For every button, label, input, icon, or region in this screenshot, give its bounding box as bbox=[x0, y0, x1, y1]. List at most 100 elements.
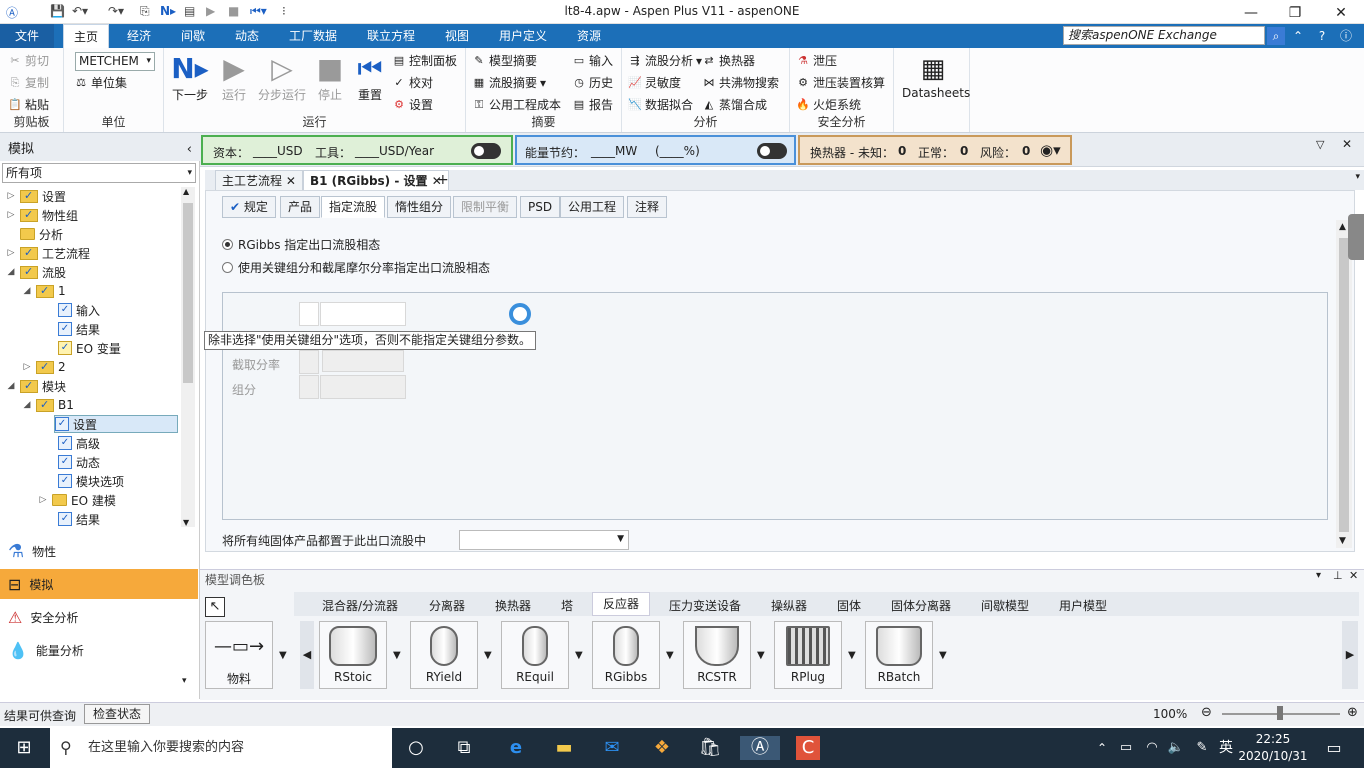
palette-rgibbs[interactable]: RGibbs bbox=[592, 621, 660, 689]
check-button[interactable]: ✓ 校对 bbox=[392, 74, 433, 91]
menu-view[interactable]: 视图 bbox=[435, 24, 479, 48]
file-explorer-icon[interactable]: ▬ bbox=[552, 736, 576, 760]
control-panel-button[interactable]: ▤ 控制面板 bbox=[392, 52, 457, 69]
palette-requil[interactable]: REquil bbox=[501, 621, 569, 689]
tree-scrollbar[interactable]: ▲ ▼ bbox=[181, 187, 195, 527]
close-icon[interactable]: ✕ bbox=[1342, 137, 1352, 151]
tree-item-flowsheet[interactable]: ▷ 工艺流程 bbox=[6, 244, 90, 262]
component-input[interactable] bbox=[320, 375, 406, 399]
cat-columns[interactable]: 塔 bbox=[561, 597, 573, 614]
restore-icon[interactable]: ❐ bbox=[1272, 2, 1318, 24]
menu-eo[interactable]: 联立方程 bbox=[357, 24, 425, 48]
stream-summary-button[interactable]: ▦ 流股摘要 ▾ bbox=[472, 74, 546, 91]
cat-solids[interactable]: 固体 bbox=[837, 597, 861, 614]
tree-item-eo-modeling[interactable]: ▷ EO 建模 bbox=[38, 491, 116, 509]
tree-item-b1-setup[interactable]: ✓ 设置 bbox=[54, 415, 178, 433]
hx-gauge-icon[interactable]: ◉▾ bbox=[1040, 141, 1061, 159]
clock[interactable]: 22:25 2020/10/31 bbox=[1238, 731, 1308, 765]
palette-ryield[interactable]: RYield bbox=[410, 621, 478, 689]
scroll-down-icon[interactable]: ▼ bbox=[1339, 536, 1346, 546]
ime-indicator[interactable]: 英 bbox=[1214, 736, 1238, 760]
collapse-icon[interactable]: ◢ bbox=[22, 286, 32, 296]
pen-icon[interactable]: ✎ bbox=[1190, 736, 1214, 760]
chevron-down-icon[interactable]: ▼ bbox=[848, 650, 856, 661]
stream-analysis-button[interactable]: ⇶ 流股分析 ▾ bbox=[628, 52, 702, 69]
tab-comments[interactable]: 注释 bbox=[627, 196, 668, 218]
azeotrope-button[interactable]: ⋈ 共沸物搜索 bbox=[702, 74, 780, 91]
distillation-synthesis-button[interactable]: ◭ 蒸馏合成 bbox=[702, 96, 767, 113]
relief-button[interactable]: ⚗ 泄压 bbox=[796, 52, 837, 69]
check-status-button[interactable]: 检查状态 bbox=[84, 704, 151, 724]
tab-inerts[interactable]: 惰性组分 bbox=[387, 196, 452, 218]
stop-button[interactable]: ■ 停止 bbox=[308, 52, 352, 103]
cat-exchangers[interactable]: 换热器 bbox=[495, 597, 531, 614]
tab-assign-streams[interactable]: 指定流股 bbox=[321, 196, 386, 218]
task-view-icon[interactable]: ⧉ bbox=[452, 736, 476, 760]
tree-item-b1-results[interactable]: ✓ 结果 bbox=[44, 510, 100, 528]
collapse-icon[interactable]: ◢ bbox=[6, 381, 16, 391]
expand-icon[interactable]: ▷ bbox=[38, 495, 48, 505]
menu-home[interactable]: 主页 bbox=[63, 24, 109, 49]
model-summary-button[interactable]: ✎ 模型摘要 bbox=[472, 52, 537, 69]
energy-toggle[interactable] bbox=[757, 143, 787, 159]
cutoff-input[interactable] bbox=[322, 350, 404, 372]
history-button[interactable]: ◷ 历史 bbox=[572, 74, 613, 91]
taskbar-search-input[interactable]: ⚲ 在这里输入你要搜索的内容 bbox=[50, 728, 392, 768]
expand-icon[interactable]: ▷ bbox=[6, 191, 16, 201]
zoom-slider-thumb[interactable] bbox=[1277, 706, 1283, 720]
edge-icon[interactable]: e bbox=[504, 736, 528, 760]
tree-item-advanced[interactable]: ✓ 高级 bbox=[44, 434, 100, 452]
close-icon[interactable]: ✕ bbox=[1349, 569, 1358, 582]
chevron-down-icon[interactable]: ▼ bbox=[393, 650, 401, 661]
volume-icon[interactable]: 🔈 bbox=[1164, 736, 1188, 760]
input-button[interactable]: ▭ 输入 bbox=[572, 52, 613, 69]
navigation-filter-select[interactable]: 所有项 ▾ bbox=[2, 163, 196, 183]
scroll-up-icon[interactable]: ▲ bbox=[1339, 222, 1346, 232]
search-icon[interactable]: ⌕ bbox=[1267, 27, 1285, 45]
info-icon[interactable]: ⓘ bbox=[1337, 27, 1355, 45]
battery-icon[interactable]: ▭ bbox=[1114, 736, 1138, 760]
tab-restricted-equilibrium[interactable]: 限制平衡 bbox=[453, 196, 518, 218]
tab-specifications[interactable]: ✔ 规定 bbox=[222, 196, 276, 218]
zoom-out-icon[interactable]: ⊖ bbox=[1201, 705, 1212, 720]
chevron-down-icon[interactable]: ▼ bbox=[575, 650, 583, 661]
paste-button[interactable]: 📋 粘贴 bbox=[8, 96, 49, 113]
exchange-search-input[interactable]: 搜索aspenONE Exchange bbox=[1063, 26, 1265, 45]
cortana-icon[interactable]: ○ bbox=[404, 736, 428, 760]
notification-icon[interactable]: ▭ bbox=[1322, 736, 1346, 760]
tree-item-input[interactable]: ✓ 输入 bbox=[44, 301, 100, 319]
tab-products[interactable]: 产品 bbox=[280, 196, 321, 218]
tab-list-icon[interactable]: ▾ bbox=[1355, 172, 1360, 182]
run-button[interactable]: ▶ 运行 bbox=[212, 52, 256, 103]
palette-rcstr[interactable]: RCSTR bbox=[683, 621, 751, 689]
menu-batch[interactable]: 间歇 bbox=[171, 24, 215, 48]
collapse-icon[interactable]: ◢ bbox=[6, 267, 16, 277]
data-fit-button[interactable]: 📉 数据拟合 bbox=[628, 96, 693, 113]
chevron-down-icon[interactable]: ▼ bbox=[666, 650, 674, 661]
heat-exchanger-button[interactable]: ⇄ 换热器 bbox=[702, 52, 755, 69]
utility-cost-button[interactable]: ⚿ 公用工程成本 bbox=[472, 96, 561, 113]
add-tab-icon[interactable]: + bbox=[431, 170, 455, 190]
side-panel-handle[interactable] bbox=[1348, 214, 1364, 260]
tree-item-property-sets[interactable]: ▷ 物性组 bbox=[6, 206, 78, 224]
menu-customize[interactable]: 用户定义 bbox=[489, 24, 557, 48]
store-icon[interactable]: 🛍 bbox=[698, 736, 722, 760]
collapse-ribbon-icon[interactable]: ⌃ bbox=[1289, 27, 1307, 45]
menu-dynamics[interactable]: 动态 bbox=[225, 24, 269, 48]
tray-expand-icon[interactable]: ⌃ bbox=[1090, 736, 1114, 760]
tree-item-analysis[interactable]: 分析 bbox=[6, 225, 63, 243]
minimize-icon[interactable]: — bbox=[1228, 2, 1274, 24]
chevron-down-icon[interactable]: ▼ bbox=[757, 650, 765, 661]
tab-b1-setup[interactable]: B1 (RGibbs) - 设置 ✕ bbox=[303, 170, 449, 190]
expand-icon[interactable]: ▷ bbox=[6, 210, 16, 220]
palette-rbatch[interactable]: RBatch bbox=[865, 621, 933, 689]
chevron-left-icon[interactable]: ‹ bbox=[187, 139, 192, 161]
palette-rplug[interactable]: RPlug bbox=[774, 621, 842, 689]
close-icon[interactable]: ✕ bbox=[1318, 2, 1364, 24]
tree-item-streams[interactable]: ◢ 流股 bbox=[6, 263, 66, 281]
solid-products-select[interactable]: ▼ bbox=[459, 530, 629, 550]
zoom-in-icon[interactable]: ⊕ bbox=[1347, 705, 1358, 720]
app-icon[interactable]: ❖ bbox=[650, 736, 674, 760]
camtasia-icon[interactable]: C bbox=[796, 736, 820, 760]
nav-simulation[interactable]: ⊟ 模拟 bbox=[0, 569, 198, 599]
